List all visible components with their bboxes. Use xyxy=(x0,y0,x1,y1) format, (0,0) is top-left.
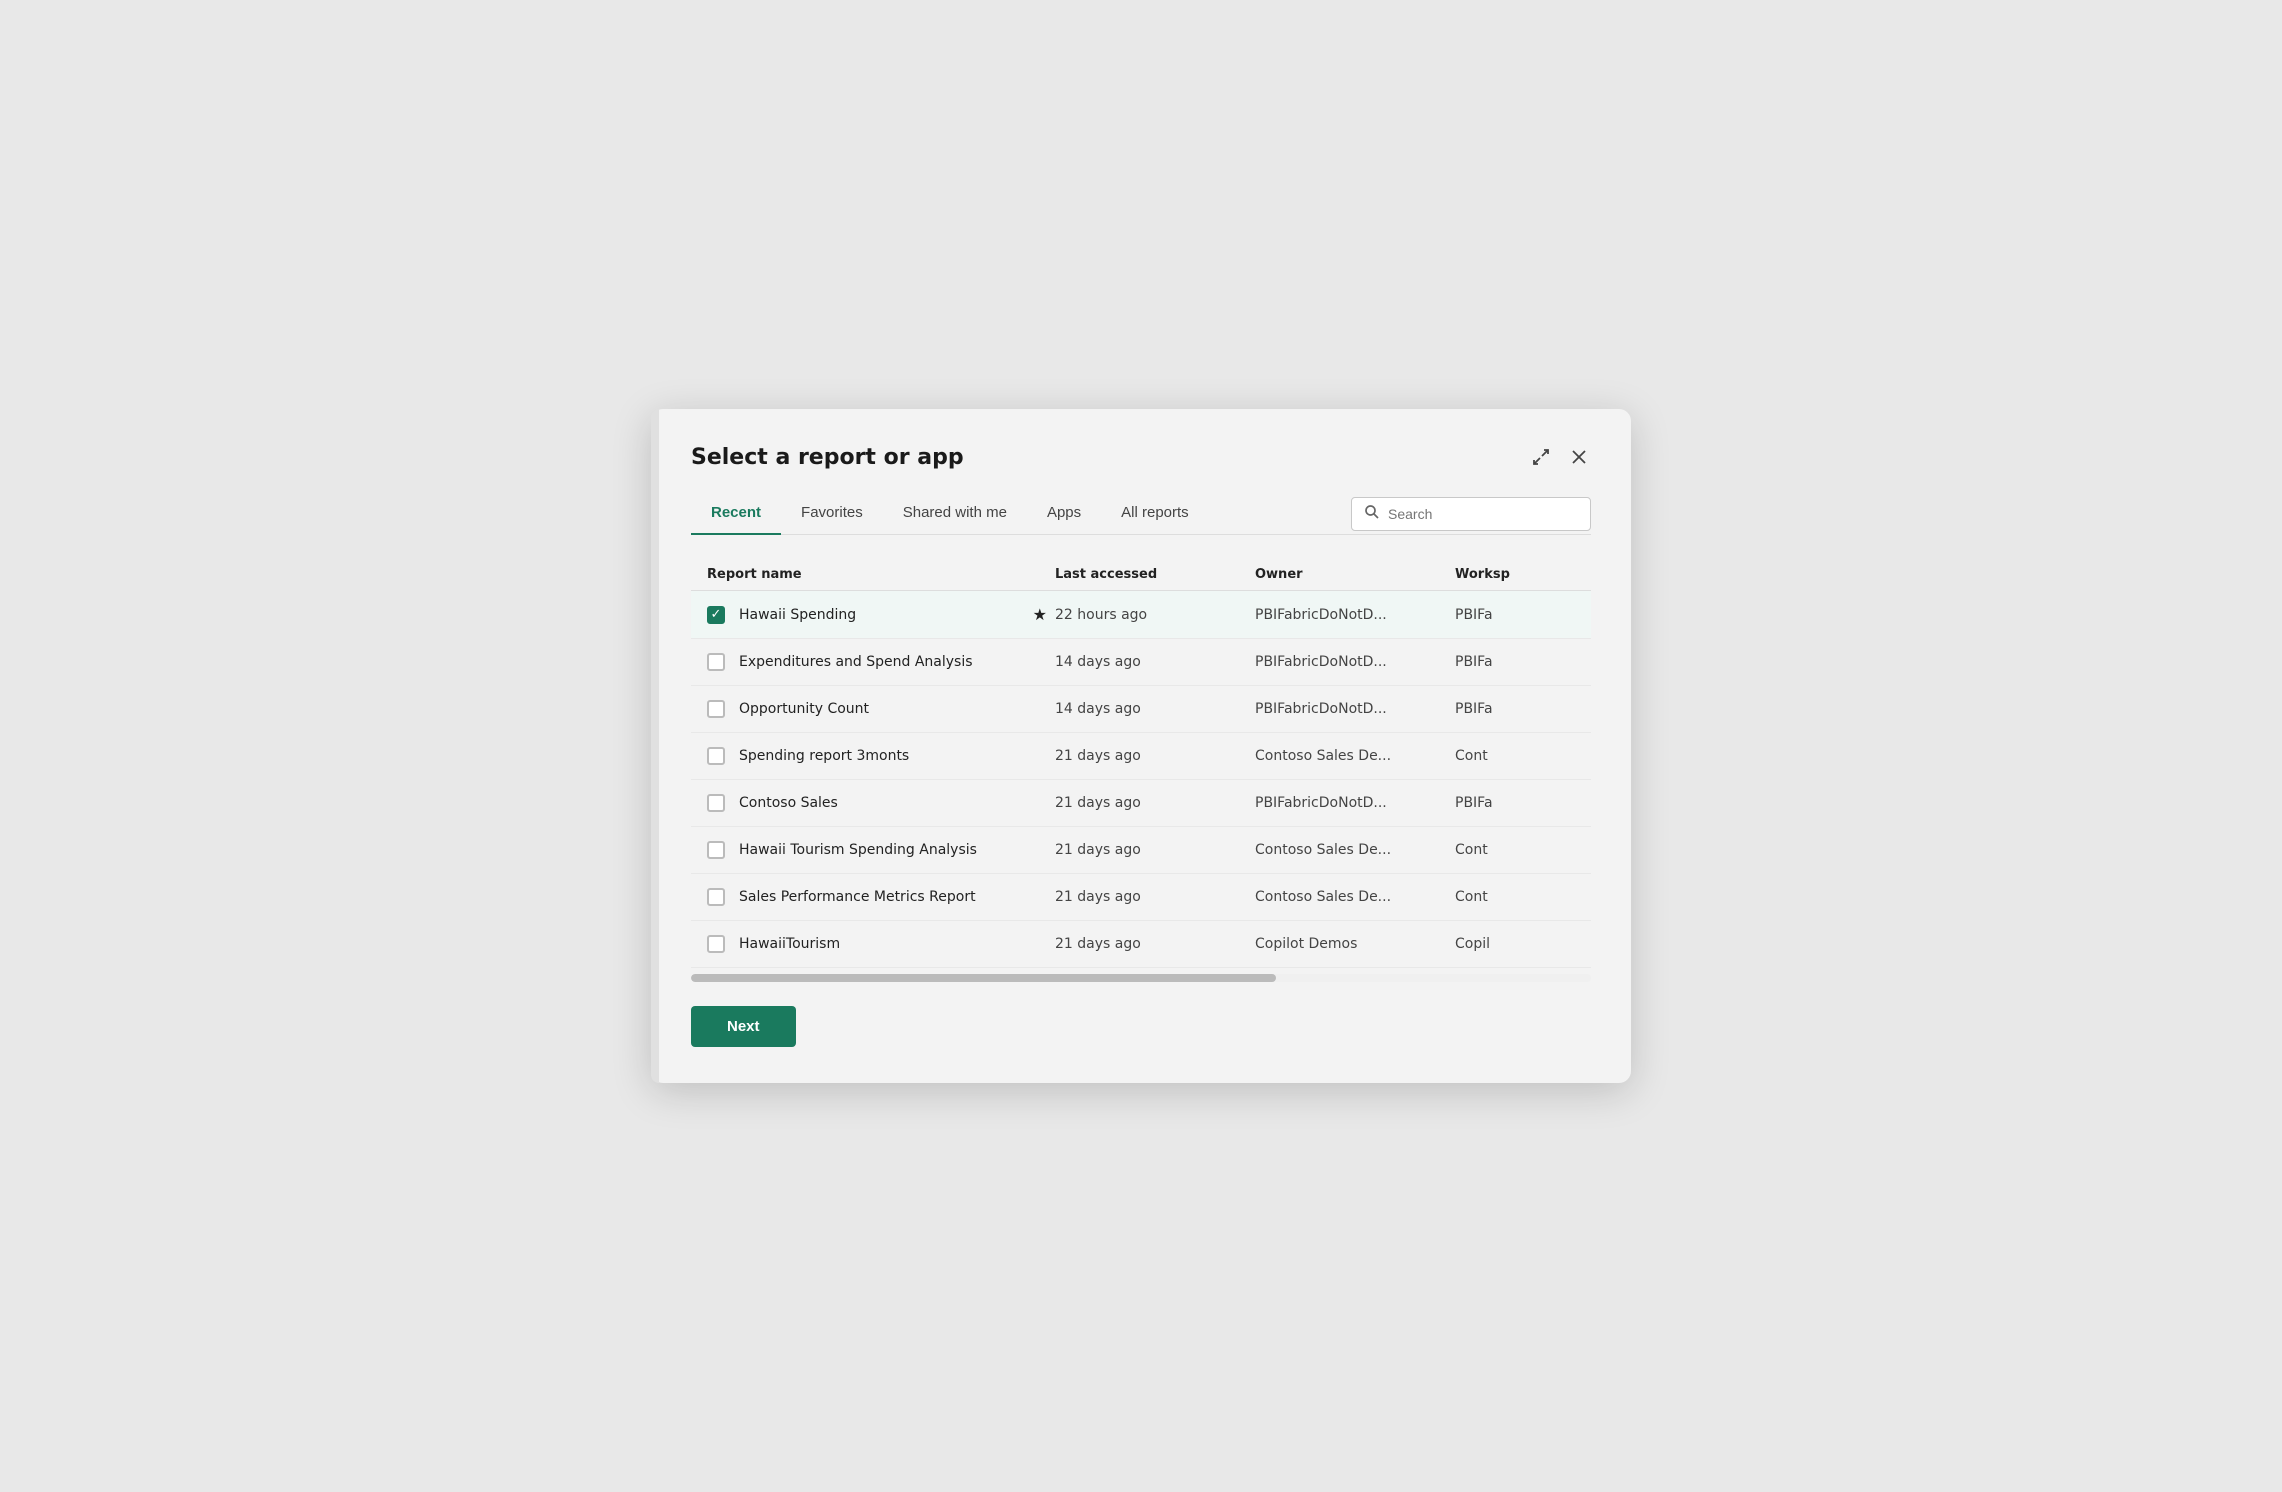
row-workspace: PBIFa xyxy=(1455,654,1575,670)
search-box xyxy=(1351,497,1591,531)
tab-favorites[interactable]: Favorites xyxy=(781,494,883,535)
name-star-wrap: Hawaii Tourism Spending Analysis xyxy=(739,842,1055,858)
checkbox-empty xyxy=(707,935,725,953)
tab-shared-with-me[interactable]: Shared with me xyxy=(883,494,1027,535)
row-name-cell: Spending report 3monts xyxy=(707,747,1055,765)
row-name-cell: Expenditures and Spend Analysis xyxy=(707,653,1055,671)
checkbox-empty xyxy=(707,747,725,765)
row-name-cell: HawaiiTourism xyxy=(707,935,1055,953)
tabs-list: Recent Favorites Shared with me Apps All… xyxy=(691,494,1209,534)
tab-apps[interactable]: Apps xyxy=(1027,494,1101,535)
table-row[interactable]: ✓ Hawaii Spending ★ 22 hours ago PBIFabr… xyxy=(691,591,1591,639)
row-owner: Contoso Sales De... xyxy=(1255,842,1455,858)
row-name-cell: Opportunity Count xyxy=(707,700,1055,718)
table-row[interactable]: Sales Performance Metrics Report 21 days… xyxy=(691,874,1591,921)
row-workspace: PBIFa xyxy=(1455,701,1575,717)
row-report-name: Opportunity Count xyxy=(739,701,869,717)
table-row[interactable]: Contoso Sales 21 days ago PBIFabricDoNot… xyxy=(691,780,1591,827)
row-owner: Contoso Sales De... xyxy=(1255,748,1455,764)
search-icon xyxy=(1364,504,1380,524)
row-last-accessed: 21 days ago xyxy=(1055,795,1255,811)
row-last-accessed: 21 days ago xyxy=(1055,889,1255,905)
row-report-name: HawaiiTourism xyxy=(739,936,840,952)
row-owner: PBIFabricDoNotD... xyxy=(1255,654,1455,670)
star-icon-filled[interactable]: ★ xyxy=(1033,605,1047,624)
row-owner: Copilot Demos xyxy=(1255,936,1455,952)
name-star-wrap: Hawaii Spending ★ xyxy=(739,605,1055,624)
row-workspace: PBIFa xyxy=(1455,607,1575,623)
modal-header: Select a report or app xyxy=(691,445,1591,470)
close-button[interactable] xyxy=(1567,445,1591,469)
checkbox-empty xyxy=(707,794,725,812)
row-name-cell: Sales Performance Metrics Report xyxy=(707,888,1055,906)
row-report-name: Contoso Sales xyxy=(739,795,838,811)
row-workspace: PBIFa xyxy=(1455,795,1575,811)
table-row[interactable]: Opportunity Count 14 days ago PBIFabricD… xyxy=(691,686,1591,733)
horizontal-scrollbar[interactable] xyxy=(691,974,1591,982)
row-owner: PBIFabricDoNotD... xyxy=(1255,795,1455,811)
col-workspace: Worksp xyxy=(1455,567,1575,582)
row-workspace: Cont xyxy=(1455,889,1575,905)
col-owner: Owner xyxy=(1255,567,1455,582)
row-report-name: Hawaii Tourism Spending Analysis xyxy=(739,842,977,858)
checkbox-empty xyxy=(707,700,725,718)
table-row[interactable]: Spending report 3monts 21 days ago Conto… xyxy=(691,733,1591,780)
row-last-accessed: 14 days ago xyxy=(1055,701,1255,717)
row-name-cell: ✓ Hawaii Spending ★ xyxy=(707,605,1055,624)
checkbox-empty xyxy=(707,841,725,859)
tab-all-reports[interactable]: All reports xyxy=(1101,494,1209,535)
table-rows: ✓ Hawaii Spending ★ 22 hours ago PBIFabr… xyxy=(691,591,1591,968)
modal-actions xyxy=(1529,445,1591,469)
row-owner: PBIFabricDoNotD... xyxy=(1255,607,1455,623)
row-report-name: Spending report 3monts xyxy=(739,748,909,764)
row-owner: PBIFabricDoNotD... xyxy=(1255,701,1455,717)
search-input[interactable] xyxy=(1388,506,1578,522)
left-edge-decoration xyxy=(651,409,659,1083)
checkbox-checked: ✓ xyxy=(707,606,725,624)
row-last-accessed: 14 days ago xyxy=(1055,654,1255,670)
checkbox-empty xyxy=(707,888,725,906)
table-header: Report name Last accessed Owner Worksp xyxy=(691,559,1591,591)
row-owner: Contoso Sales De... xyxy=(1255,889,1455,905)
row-workspace: Cont xyxy=(1455,842,1575,858)
name-star-wrap: Contoso Sales xyxy=(739,795,1055,811)
col-report-name: Report name xyxy=(707,567,1055,582)
expand-button[interactable] xyxy=(1529,445,1553,469)
name-star-wrap: Expenditures and Spend Analysis xyxy=(739,654,1055,670)
row-last-accessed: 21 days ago xyxy=(1055,748,1255,764)
row-workspace: Cont xyxy=(1455,748,1575,764)
row-last-accessed: 22 hours ago xyxy=(1055,607,1255,623)
row-name-cell: Hawaii Tourism Spending Analysis xyxy=(707,841,1055,859)
modal-footer: Next xyxy=(691,1006,1591,1047)
name-star-wrap: Opportunity Count xyxy=(739,701,1055,717)
row-last-accessed: 21 days ago xyxy=(1055,842,1255,858)
row-last-accessed: 21 days ago xyxy=(1055,936,1255,952)
modal-title: Select a report or app xyxy=(691,445,964,470)
name-star-wrap: Sales Performance Metrics Report xyxy=(739,889,1055,905)
col-last-accessed: Last accessed xyxy=(1055,567,1255,582)
checkbox-empty xyxy=(707,653,725,671)
row-workspace: Copil xyxy=(1455,936,1575,952)
row-name-cell: Contoso Sales xyxy=(707,794,1055,812)
next-button[interactable]: Next xyxy=(691,1006,796,1047)
tab-recent[interactable]: Recent xyxy=(691,494,781,535)
row-report-name: Hawaii Spending xyxy=(739,607,856,623)
scrollbar-thumb xyxy=(691,974,1276,982)
reports-table: Report name Last accessed Owner Worksp ✓… xyxy=(691,559,1591,982)
table-row[interactable]: Expenditures and Spend Analysis 14 days … xyxy=(691,639,1591,686)
tabs-row: Recent Favorites Shared with me Apps All… xyxy=(691,494,1591,535)
table-row[interactable]: HawaiiTourism 21 days ago Copilot Demos … xyxy=(691,921,1591,968)
row-report-name: Expenditures and Spend Analysis xyxy=(739,654,973,670)
row-report-name: Sales Performance Metrics Report xyxy=(739,889,976,905)
name-star-wrap: HawaiiTourism xyxy=(739,936,1055,952)
table-row[interactable]: Hawaii Tourism Spending Analysis 21 days… xyxy=(691,827,1591,874)
name-star-wrap: Spending report 3monts xyxy=(739,748,1055,764)
modal-container: Select a report or app Recent Favori xyxy=(651,409,1631,1083)
